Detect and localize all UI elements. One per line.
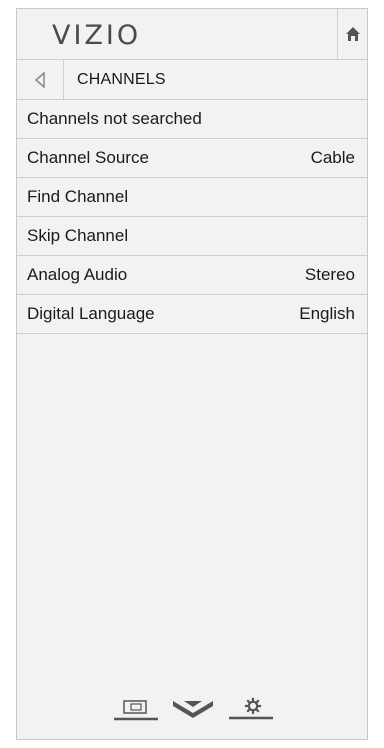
- breadcrumb-title: CHANNELS: [77, 71, 166, 88]
- menu-item-label: Channels not searched: [27, 109, 202, 128]
- menu-item-label: Find Channel: [27, 187, 129, 206]
- settings-button[interactable]: [227, 687, 275, 721]
- header: VIZIO: [17, 9, 367, 60]
- menu-item-skip-channel[interactable]: Skip Channel: [17, 217, 367, 256]
- menu-item-channels-not-searched[interactable]: Channels not searched: [17, 100, 367, 139]
- menu-item-label: Channel Source: [27, 148, 149, 167]
- bottom-nav: [17, 679, 367, 739]
- vizio-logo: VIZIO: [52, 20, 142, 51]
- menu-item-label: Skip Channel: [27, 226, 129, 245]
- input-button[interactable]: [112, 687, 160, 721]
- vizio-menu-button[interactable]: [167, 687, 219, 721]
- menu-item-channel-source[interactable]: Channel Source Cable: [17, 139, 367, 178]
- breadcrumb: CHANNELS: [17, 60, 367, 100]
- settings-panel: VIZIO CHANNELS Channels not searched Cha…: [16, 8, 368, 740]
- menu-item-value: Stereo: [304, 265, 355, 284]
- menu-item-value: Cable: [310, 148, 355, 167]
- settings-gear-icon: [229, 697, 273, 720]
- menu-item-value: English: [299, 304, 355, 323]
- back-arrow-icon: [34, 71, 45, 88]
- menu-item-label: Analog Audio: [27, 265, 128, 284]
- back-button[interactable]: [17, 60, 64, 99]
- vizio-v-icon: [173, 701, 213, 718]
- home-icon: [345, 27, 360, 41]
- menu-item-find-channel[interactable]: Find Channel: [17, 178, 367, 217]
- channels-menu: Channels not searched Channel Source Cab…: [17, 100, 367, 334]
- menu-item-label: Digital Language: [27, 304, 155, 323]
- input-display-icon: [114, 700, 158, 721]
- menu-item-analog-audio[interactable]: Analog Audio Stereo: [17, 256, 367, 295]
- home-button[interactable]: [337, 9, 367, 59]
- menu-item-digital-language[interactable]: Digital Language English: [17, 295, 367, 334]
